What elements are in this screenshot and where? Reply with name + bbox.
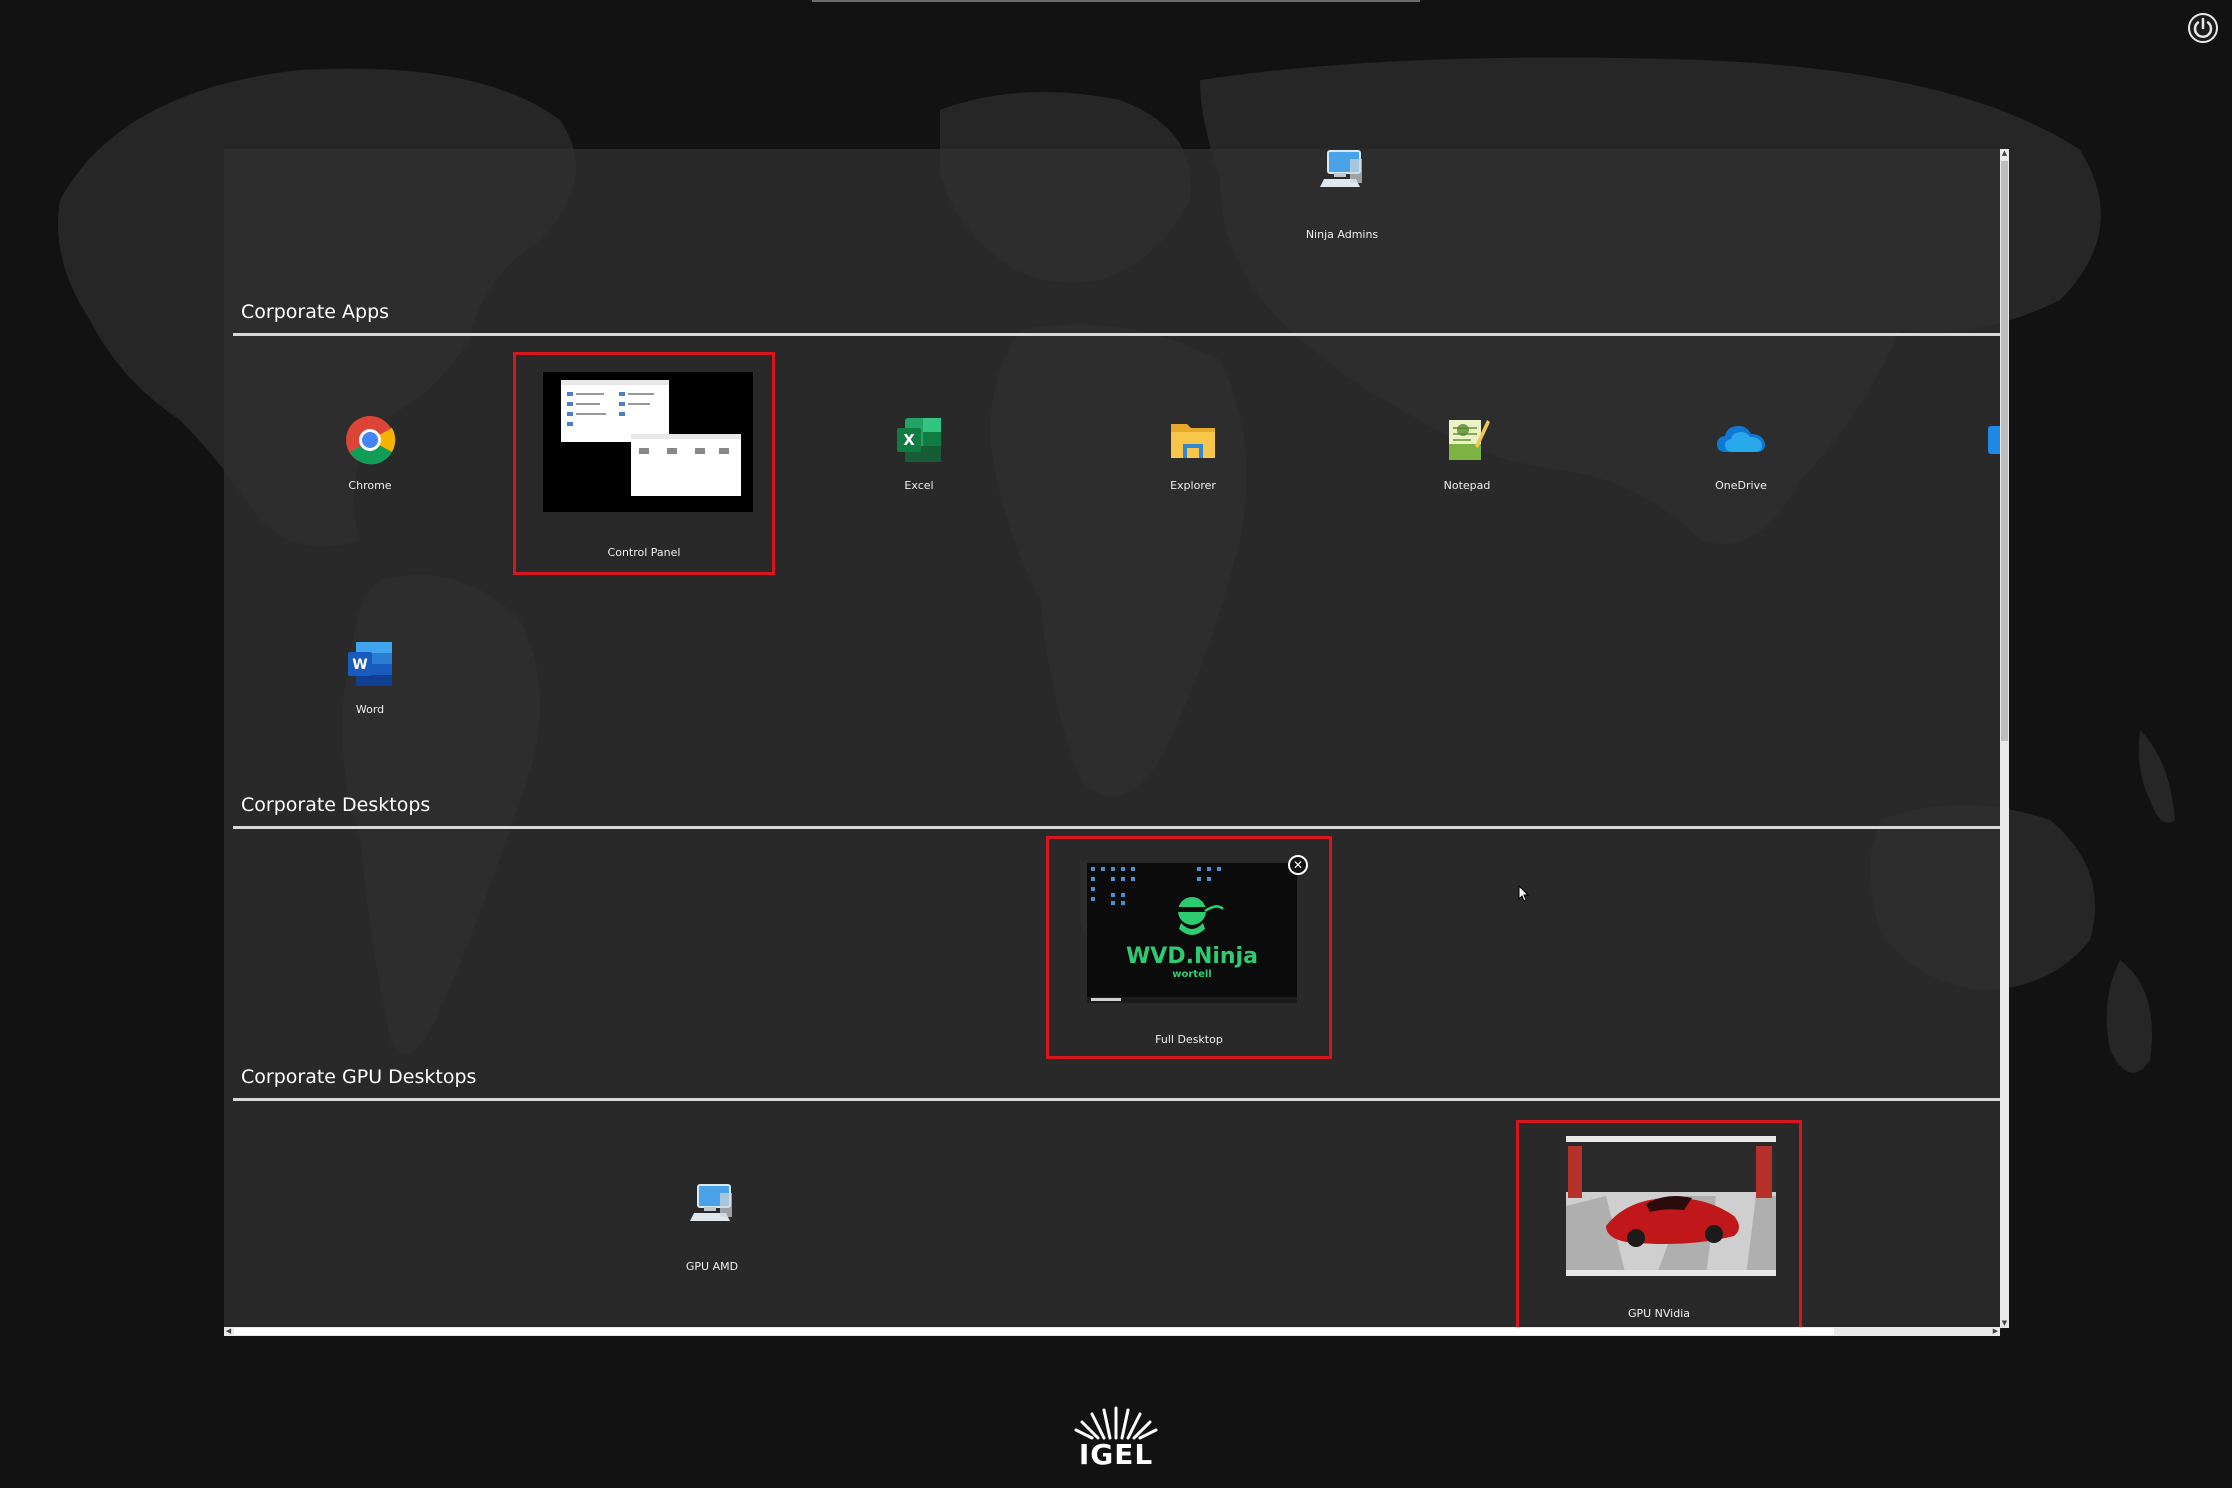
red-car-thumbnail <box>1566 1136 1776 1276</box>
tile-label: GPU AMD <box>685 1260 739 1273</box>
vertical-scrollbar[interactable]: ▲ ▼ <box>2000 149 2009 1328</box>
explorer-icon <box>1171 424 1215 458</box>
excel-icon: X <box>897 418 941 462</box>
power-icon[interactable] <box>2187 12 2219 44</box>
tile-word[interactable]: W Word <box>270 638 470 738</box>
notepad-icon <box>1449 420 1490 460</box>
scroll-down-arrow-icon[interactable]: ▼ <box>2000 1319 2009 1328</box>
section-divider <box>233 333 2001 336</box>
igel-logo: IGEL <box>1066 1400 1166 1471</box>
app-launcher-panel: Ninja Admins Corporate Apps Chrome Contr… <box>224 149 2001 1329</box>
scroll-right-arrow-icon[interactable]: ▶ <box>1991 1327 2000 1336</box>
computer-icon <box>1320 150 1362 187</box>
computer-icon <box>690 1184 732 1221</box>
word-icon: W <box>348 642 392 686</box>
tile-label: Notepad <box>1443 479 1491 492</box>
section-title-corporate-apps: Corporate Apps <box>241 301 390 323</box>
chrome-icon <box>346 416 396 465</box>
tile-label: Full Desktop <box>1155 1033 1223 1046</box>
tile-label: Chrome <box>348 479 392 492</box>
scroll-up-arrow-icon[interactable]: ▲ <box>2000 149 2009 158</box>
tile-gpu-amd[interactable]: GPU AMD <box>612 1183 812 1283</box>
tile-full-desktop[interactable]: WVD.Ninja wortell ✕ Full Desktop <box>1046 836 1332 1059</box>
tile-excel[interactable]: X Excel <box>819 414 1019 514</box>
horizontal-scrollbar[interactable]: ◀ ▶ <box>224 1327 2000 1336</box>
thumbnail-subtitle: wortell <box>1172 969 1211 980</box>
tile-explorer[interactable]: Explorer <box>1093 414 1293 514</box>
tile-label: GPU NVidia <box>1627 1307 1691 1320</box>
tile-onedrive[interactable]: OneDrive <box>1641 414 1841 514</box>
section-divider <box>233 1098 2001 1101</box>
tile-label: Control Panel <box>607 546 681 559</box>
section-divider <box>233 826 2001 829</box>
tile-gpu-nvidia[interactable]: GPU NVidia <box>1516 1120 1802 1329</box>
section-title-corporate-gpu-desktops: Corporate GPU Desktops <box>241 1066 477 1088</box>
svg-text:W: W <box>352 657 367 673</box>
thumbnail-title: WVD.Ninja <box>1126 944 1258 969</box>
tile-label: OneDrive <box>1715 479 1767 492</box>
svg-text:X: X <box>903 431 915 449</box>
tile-chrome[interactable]: Chrome <box>270 414 470 514</box>
close-session-button[interactable]: ✕ <box>1288 855 1308 875</box>
control-panel-thumbnail <box>543 372 753 512</box>
wvd-ninja-desktop-thumbnail: WVD.Ninja wortell <box>1087 863 1297 1003</box>
onedrive-icon <box>1717 426 1765 452</box>
tile-label: Ninja Admins <box>1305 228 1379 241</box>
section-title-corporate-desktops: Corporate Desktops <box>241 794 431 816</box>
tile-ninja-admins[interactable]: Ninja Admins <box>1242 149 1442 244</box>
scroll-left-arrow-icon[interactable]: ◀ <box>224 1327 233 1336</box>
scrollbar-thumb[interactable] <box>234 1328 1834 1335</box>
sunburst-icon <box>1074 1406 1158 1440</box>
tile-control-panel[interactable]: Control Panel <box>513 352 775 575</box>
tile-label: Word <box>355 703 385 716</box>
tile-notepad[interactable]: Notepad <box>1367 414 1567 514</box>
tile-label: Excel <box>904 479 934 492</box>
top-divider <box>812 0 1420 2</box>
logo-text: IGEL <box>1078 1438 1154 1471</box>
tile-label: Explorer <box>1170 479 1216 492</box>
scrollbar-thumb[interactable] <box>2001 161 2008 741</box>
mouse-cursor-icon <box>1518 885 1530 902</box>
